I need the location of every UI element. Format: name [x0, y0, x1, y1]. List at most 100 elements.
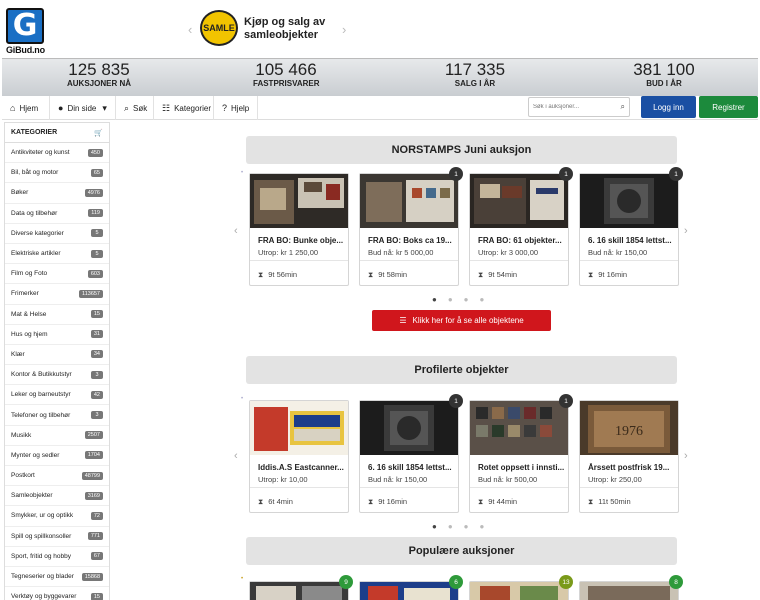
- category-count-badge: 31: [90, 330, 103, 339]
- auction-card[interactable]: 1976 Årssett postfrisk 19... Utrop: kr 2…: [579, 400, 679, 513]
- sidebar-category-item[interactable]: Samleobjekter 3169: [5, 486, 109, 507]
- sidebar-category-item[interactable]: Data og tilbehør 119: [5, 204, 109, 224]
- logo-mark: G: [6, 8, 44, 44]
- item-time-text: 9t 16min: [378, 497, 408, 506]
- auction-card[interactable]: 9: [249, 575, 353, 600]
- nav-help[interactable]: ? Hjelp: [214, 96, 258, 120]
- auction-card[interactable]: 1 FRA BO: 61 objekter... Utrop: kr 3 000…: [469, 167, 573, 286]
- login-button[interactable]: Logg inn: [641, 96, 696, 118]
- sidebar-category-item[interactable]: Verktøy og byggevarer 15: [5, 587, 109, 600]
- list-icon: ☰: [399, 316, 407, 325]
- cart-icon[interactable]: 🛒: [94, 129, 103, 137]
- auction-card[interactable]: 8: [579, 575, 683, 600]
- auction-card[interactable]: 13: [469, 575, 573, 600]
- item-time-text: 9t 58min: [378, 270, 408, 279]
- sidebar-category-item[interactable]: Elektriske artikler 5: [5, 244, 109, 265]
- nav-categories[interactable]: ☷ Kategorier: [154, 96, 214, 120]
- sidebar-category-item[interactable]: Klær 34: [5, 345, 109, 366]
- sidebar-category-item[interactable]: Telefoner og tilbehør 3: [5, 405, 109, 426]
- site-logo[interactable]: G GiBud.no: [6, 8, 46, 56]
- sidebar-category-item[interactable]: Hus og hjem 31: [5, 325, 109, 345]
- carousel-prev-icon[interactable]: ‹: [234, 450, 238, 462]
- auction-card[interactable]: 1 FRA BO: Boks ca 19... Bud nå: kr 5 000…: [359, 167, 463, 286]
- item-title: FRA BO: Bunke obje...: [258, 236, 344, 245]
- card-divider: [360, 260, 458, 261]
- category-label: Bøker: [11, 189, 29, 197]
- carousel-indicator-icon: •: [241, 170, 244, 176]
- bid-count-badge: 1: [559, 394, 573, 408]
- category-count-badge: 15868: [81, 572, 103, 581]
- auction-card[interactable]: 6: [359, 575, 463, 600]
- category-label: Film og Foto: [11, 270, 48, 278]
- auction-card[interactable]: 1 6. 16 skill 1854 lettst... Bud nå: kr …: [579, 167, 683, 286]
- bid-count-badge: 1: [449, 167, 463, 181]
- nav-my-page[interactable]: ● Din side ▾: [50, 96, 116, 120]
- category-count-badge: 771: [87, 532, 103, 541]
- carousel-next-icon[interactable]: ›: [684, 225, 688, 237]
- sidebar-category-item[interactable]: Kontor & Butikkutstyr 3: [5, 365, 109, 386]
- nav-home[interactable]: ⌂ Hjem: [2, 96, 50, 120]
- card-divider: [360, 487, 458, 488]
- promo-banner[interactable]: ‹ SAMLE Kjøp og salg av samleobjekter ›: [188, 10, 353, 50]
- promo-next-icon[interactable]: ›: [342, 22, 346, 37]
- item-price: Utrop: kr 3 000,00: [478, 248, 539, 257]
- bid-count-badge: 1: [669, 167, 683, 181]
- carousel-pagination[interactable]: ●●●●: [432, 522, 495, 531]
- sidebar-category-item[interactable]: Frimerker 113657: [5, 284, 109, 305]
- promo-prev-icon[interactable]: ‹: [188, 22, 192, 37]
- carousel-next-icon[interactable]: ›: [684, 450, 688, 462]
- item-price: Bud nå: kr 150,00: [368, 475, 428, 484]
- sidebar-category-item[interactable]: Film og Foto 603: [5, 264, 109, 285]
- sidebar-category-item[interactable]: Musikk 2507: [5, 426, 109, 446]
- item-time-text: 9t 54min: [488, 270, 518, 279]
- sidebar-category-item[interactable]: Leker og barneutstyr 42: [5, 385, 109, 406]
- category-label: Samleobjekter: [11, 492, 53, 500]
- category-count-badge: 15: [90, 310, 103, 319]
- hourglass-icon: ⧗: [478, 497, 484, 506]
- stat-bids: 381 100 BUD I ÅR: [631, 61, 697, 89]
- carousel-pagination[interactable]: ●●●●: [432, 295, 495, 304]
- item-image: [360, 401, 458, 455]
- hourglass-icon: ⧗: [588, 270, 594, 279]
- sidebar-category-item[interactable]: Sport, fritid og hobby 67: [5, 547, 109, 567]
- item-image: [250, 401, 348, 455]
- item-time-text: 9t 44min: [488, 497, 518, 506]
- stat-label: BUD I ÅR: [646, 79, 682, 88]
- category-count-badge: 72: [90, 511, 103, 520]
- sidebar-category-item[interactable]: Spill og spillkonsoller 771: [5, 527, 109, 547]
- auction-card[interactable]: Iddis.A.S Eastcanner... Utrop: kr 10,00 …: [249, 400, 349, 513]
- card-divider: [250, 260, 348, 261]
- auction-card[interactable]: 1 6. 16 skill 1854 lettst... Bud nå: kr …: [359, 394, 463, 513]
- nav-search[interactable]: ⌕ Søk: [116, 96, 154, 120]
- category-label: Leker og barneutstyr: [11, 391, 71, 399]
- stat-value: 381 100: [633, 60, 695, 79]
- register-button[interactable]: Registrer: [699, 96, 758, 118]
- category-label: Bil, båt og motor: [11, 169, 59, 177]
- auction-card[interactable]: 1 Rotet oppsett i innsti... Bud nå: kr 5…: [469, 394, 573, 513]
- sidebar-category-item[interactable]: Antikviteter og kunst 450: [5, 143, 109, 164]
- sidebar-category-item[interactable]: Mat & Helse 15: [5, 305, 109, 325]
- stat-value: 105 466: [255, 60, 317, 79]
- search-input[interactable]: [533, 101, 613, 113]
- carousel-indicator-icon: •: [241, 396, 244, 402]
- carousel-prev-icon[interactable]: ‹: [234, 225, 238, 237]
- sidebar-category-item[interactable]: Bøker 4976: [5, 183, 109, 204]
- card-divider: [470, 260, 568, 261]
- category-label: Frimerker: [11, 290, 39, 298]
- bid-count-badge: 8: [669, 575, 683, 589]
- sidebar-category-item[interactable]: Postkort 48799: [5, 466, 109, 487]
- see-all-button[interactable]: ☰ Klikk her for å se alle objektene: [372, 310, 551, 331]
- sidebar-category-item[interactable]: Mynter og sedler 1704: [5, 446, 109, 466]
- item-image: [580, 174, 678, 228]
- item-image: [250, 174, 348, 228]
- auction-card[interactable]: FRA BO: Bunke obje... Utrop: kr 1 250,00…: [249, 173, 349, 286]
- bid-count-badge: 9: [339, 575, 353, 589]
- search-icon[interactable]: ⌕: [621, 102, 625, 112]
- sidebar-category-item[interactable]: Tegneserier og blader 15868: [5, 567, 109, 588]
- category-count-badge: 65: [90, 168, 103, 177]
- sidebar-category-item[interactable]: Smykker, ur og optikk 72: [5, 506, 109, 527]
- sidebar-category-item[interactable]: Diverse kategorier 5: [5, 224, 109, 244]
- sidebar-category-item[interactable]: Bil, båt og motor 65: [5, 163, 109, 184]
- item-title: 6. 16 skill 1854 lettst...: [368, 463, 452, 472]
- item-image: [470, 174, 568, 228]
